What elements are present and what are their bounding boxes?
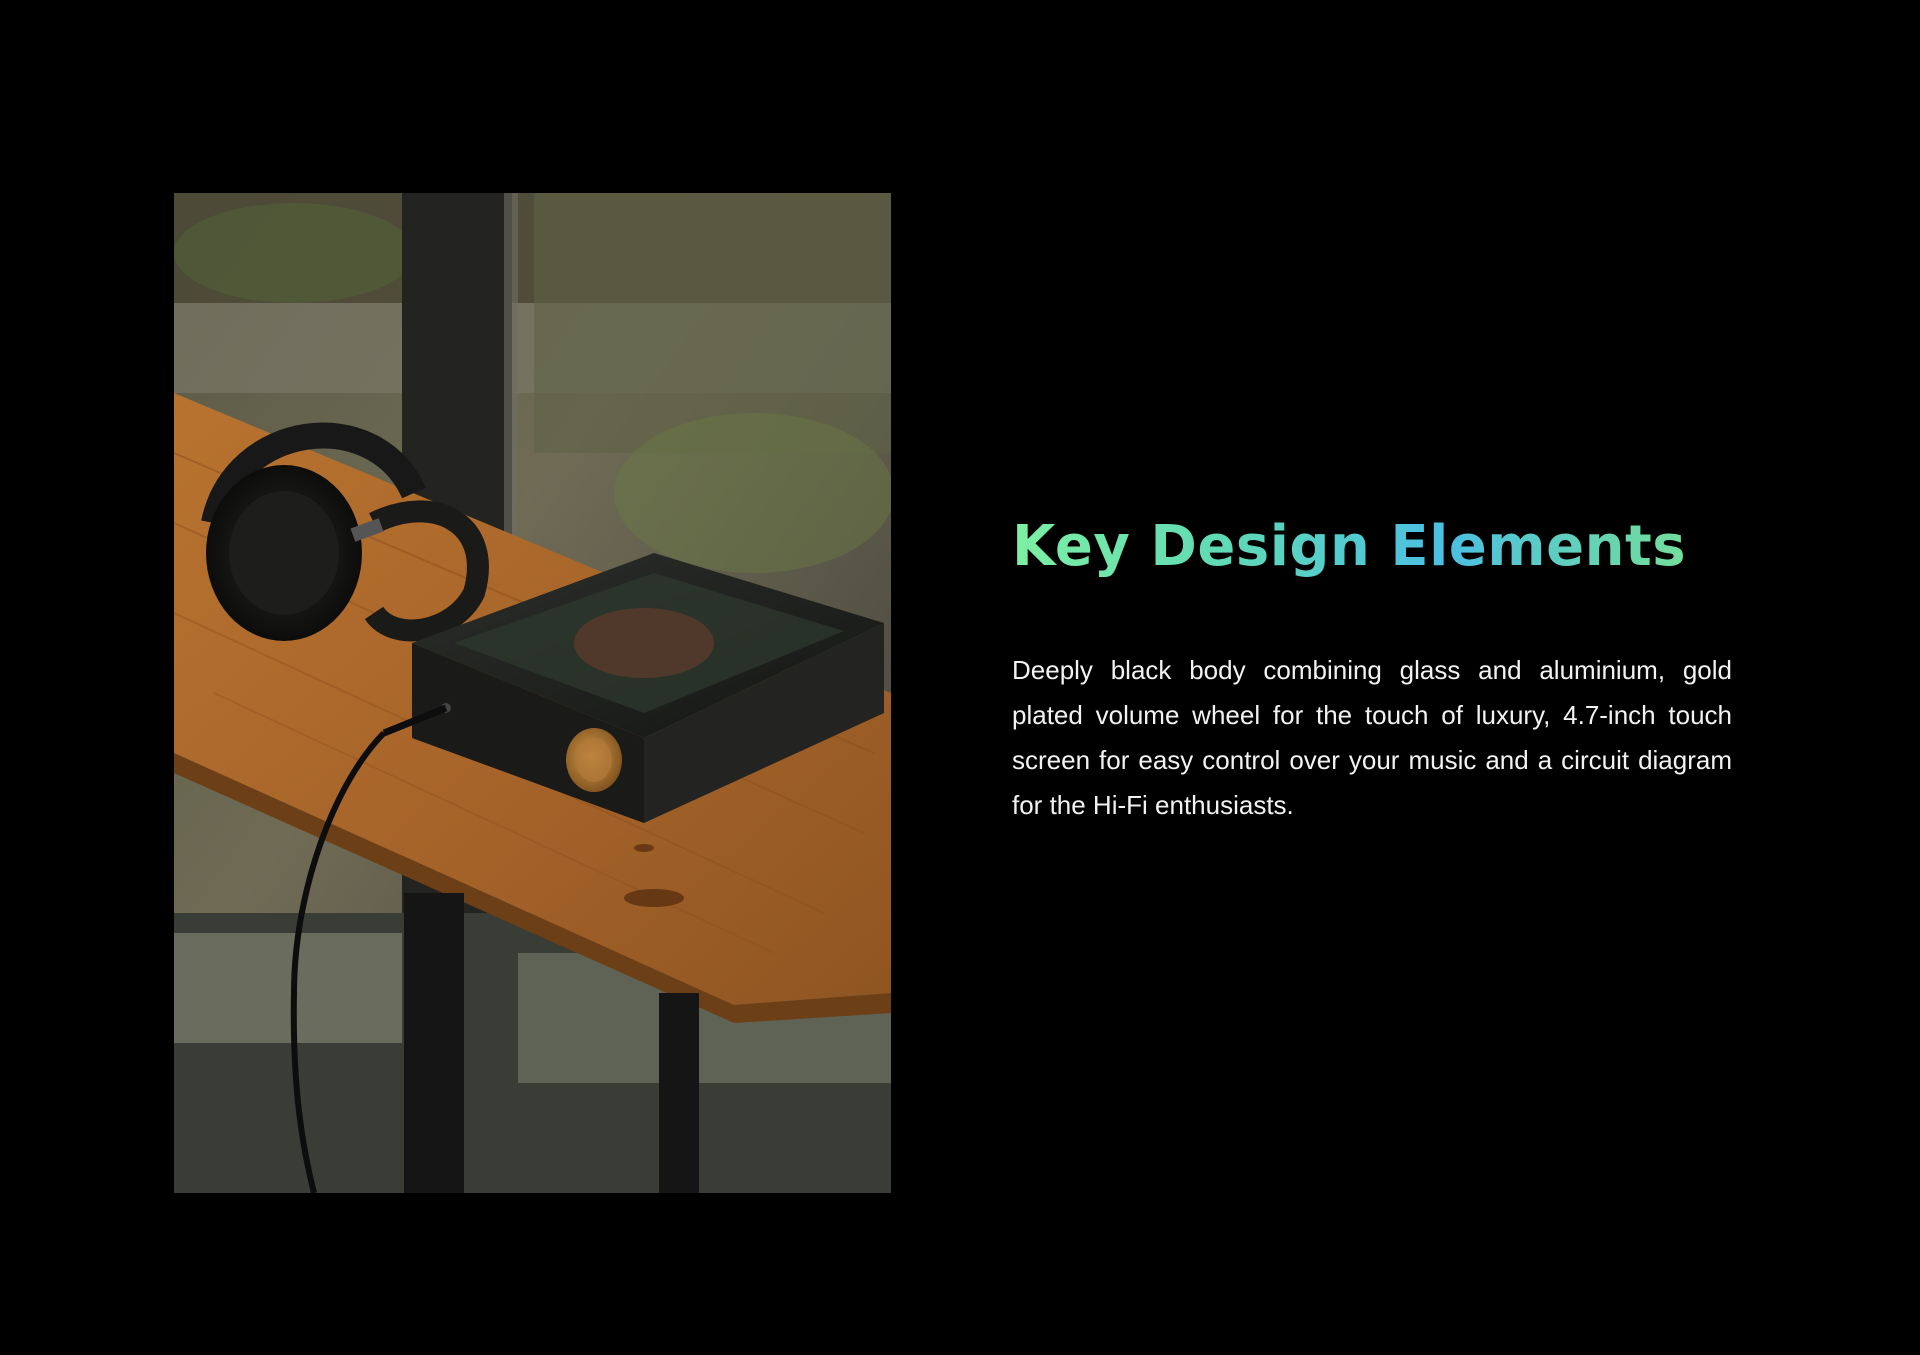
key-design-section: Key Design Elements Deeply black body co… [1012, 512, 1732, 828]
product-photo [174, 193, 891, 1193]
product-photo-illustration [174, 193, 891, 1193]
section-description: Deeply black body combining glass and al… [1012, 655, 1732, 820]
section-title: Key Design Elements [1012, 512, 1732, 582]
